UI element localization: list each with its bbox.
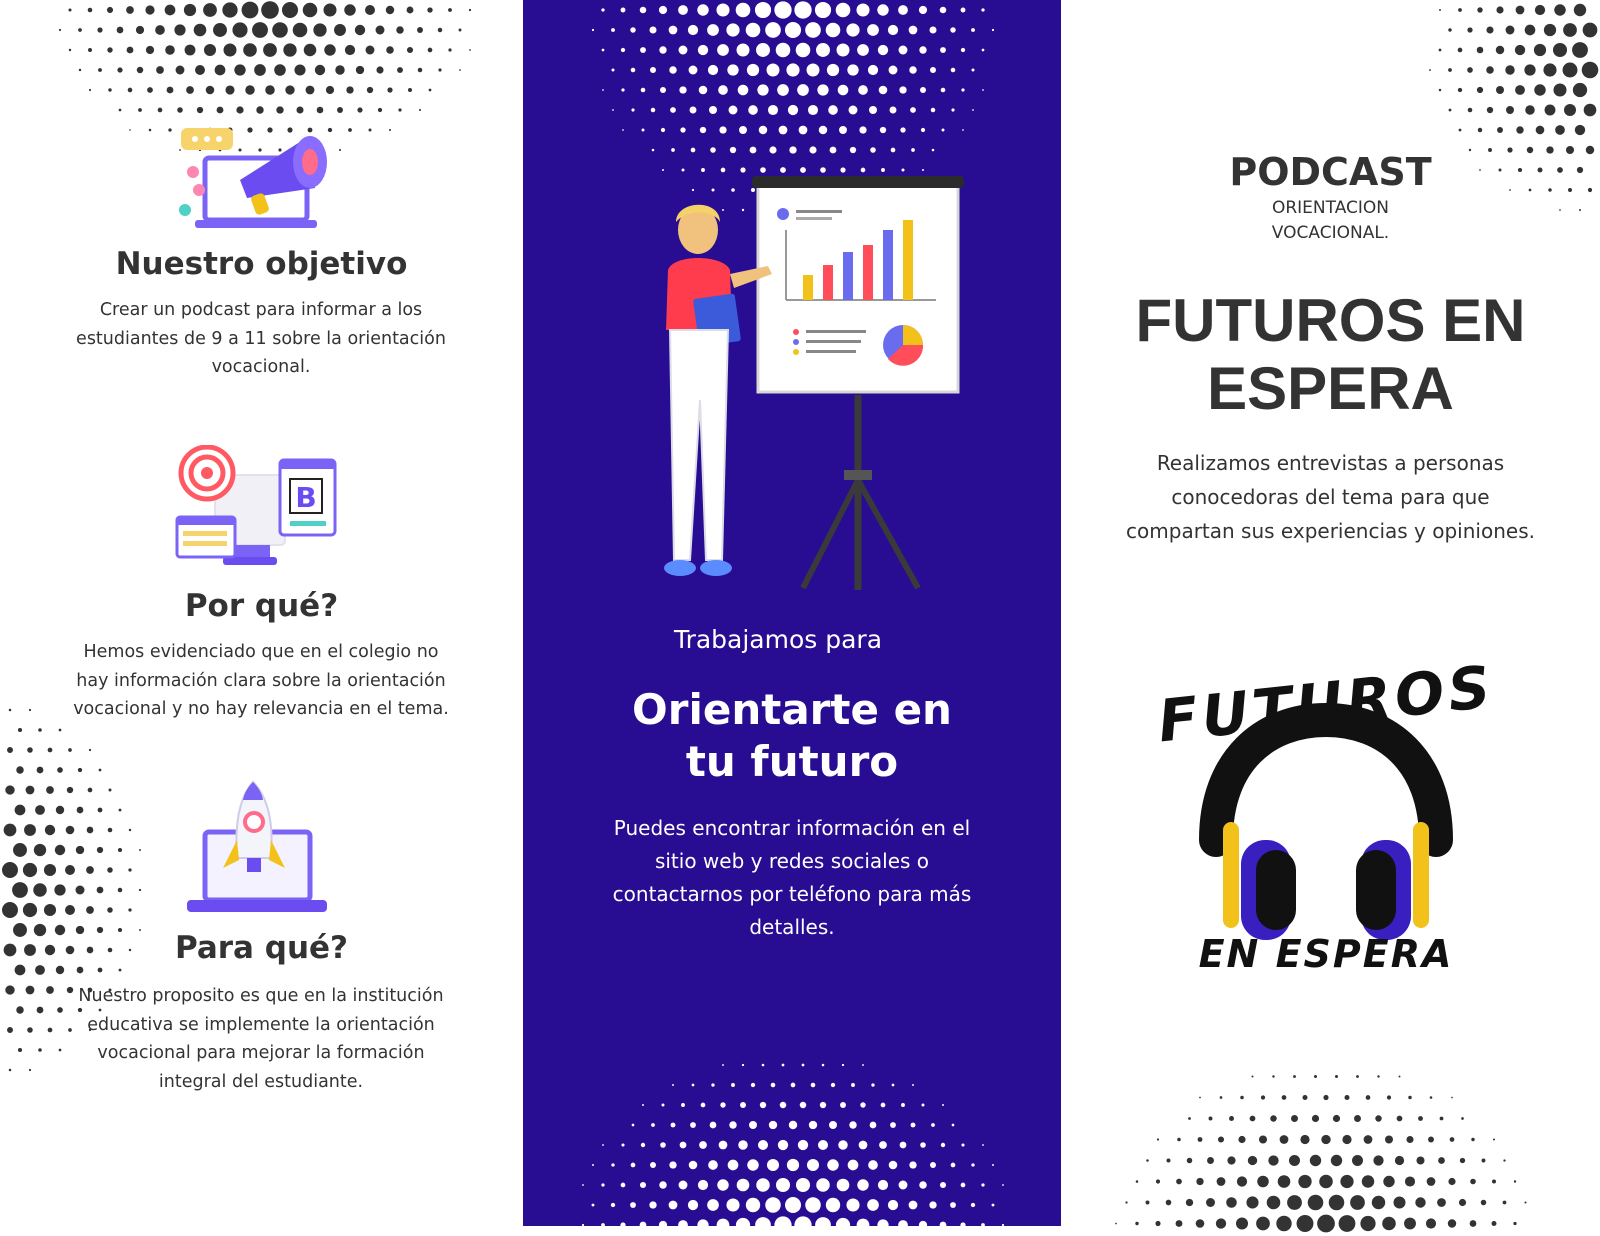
brochure-title: FUTUROS EN ESPERA [1135,287,1526,422]
podcast-description: Realizamos entrevistas a personas conoce… [1126,451,1535,543]
section-body-para-que: Nuestro proposito es que en la instituci… [78,986,444,1092]
target-design-screens-icon: B [175,445,337,565]
logo-bottom-text: EN ESPERA [1198,932,1454,976]
center-body: Puedes encontrar información en el sitio… [612,816,972,939]
left-panel: Nuestro objetivo Crear un podcast para i… [0,0,523,1236]
center-panel: Trabajamos para Orientarte en tu futuro … [523,0,1061,1226]
podcast-sublabel: ORIENTACION VOCACIONAL. [1271,198,1390,243]
section-title-para-que: Para qué? [174,930,349,966]
svg-text:B: B [295,481,316,514]
section-body-por-que: Hemos evidenciado que en el colegio no h… [73,642,449,719]
center-headline: Orientarte en tu futuro [632,685,952,786]
right-panel: PODCAST ORIENTACION VOCACIONAL. FUTUROS … [1061,0,1600,1236]
center-kicker: Trabajamos para [673,625,883,654]
podcast-label: PODCAST [1229,150,1432,194]
rocket-laptop-icon [187,780,327,912]
section-title-objetivo: Nuestro objetivo [115,246,408,282]
halftone-pattern-center-bottom [581,1063,1005,1226]
podcast-logo: FUTUROS EN ESPERA [1155,640,1497,1000]
presenter-whiteboard-illustration [664,176,964,590]
megaphone-laptop-icon [179,128,327,228]
section-title-por-que: Por qué? [184,588,339,624]
section-body-objetivo: Crear un podcast para informar a los est… [76,300,446,377]
